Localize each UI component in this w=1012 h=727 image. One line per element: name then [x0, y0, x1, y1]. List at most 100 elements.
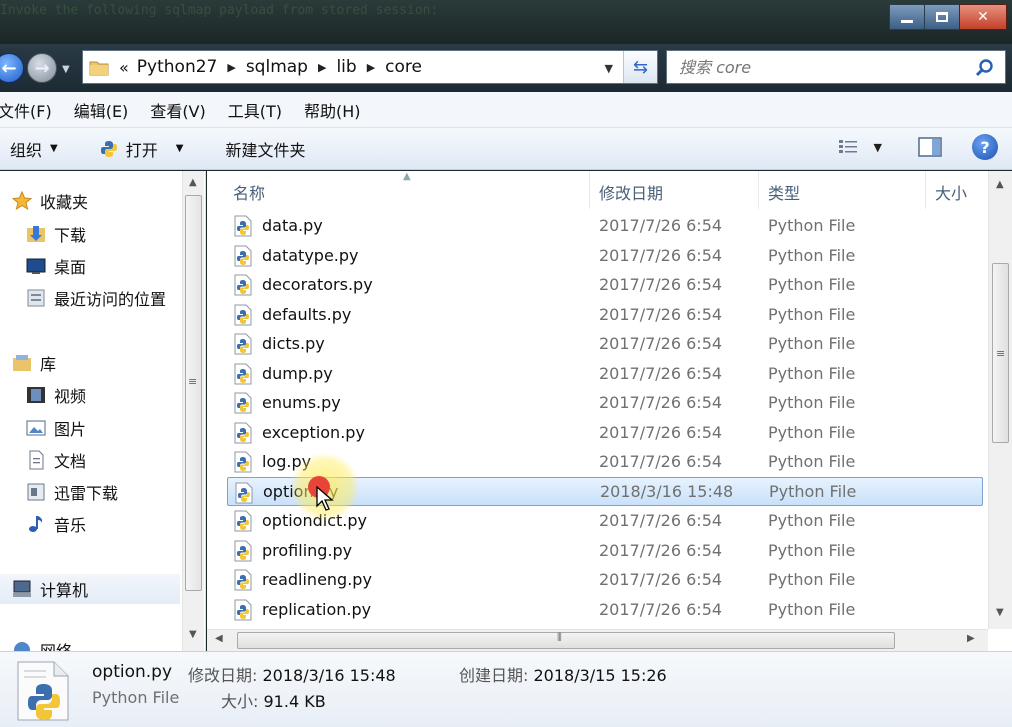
- file-row[interactable]: log.py 2017/7/26 6:54 Python File: [227, 447, 983, 476]
- file-row[interactable]: data.py 2017/7/26 6:54 Python File: [227, 211, 983, 240]
- file-row[interactable]: dump.py 2017/7/26 6:54 Python File: [227, 359, 983, 388]
- file-list-horizontal-scrollbar[interactable]: ◀ ⦀ ▶: [207, 629, 988, 651]
- nav-videos[interactable]: 视频: [26, 382, 86, 408]
- column-size[interactable]: 大小: [935, 180, 967, 204]
- back-button[interactable]: ←: [0, 53, 24, 83]
- search-icon[interactable]: [975, 58, 995, 78]
- breadcrumb-separator-icon[interactable]: ▶: [367, 61, 375, 74]
- breadcrumb-overflow[interactable]: «: [119, 58, 129, 77]
- breadcrumb-separator-icon[interactable]: ▶: [227, 61, 235, 74]
- scrollbar-thumb[interactable]: [185, 195, 202, 591]
- preview-pane-icon[interactable]: [918, 137, 942, 157]
- star-icon: [12, 191, 32, 211]
- new-folder-button[interactable]: 新建文件夹: [225, 137, 305, 161]
- title-bar: Invoke the following sqlmap payload from…: [0, 0, 1012, 44]
- breadcrumb-separator-icon[interactable]: ▶: [318, 61, 326, 74]
- file-row[interactable]: decorators.py 2017/7/26 6:54 Python File: [227, 270, 983, 299]
- nav-pictures[interactable]: 图片: [26, 415, 86, 441]
- organize-button[interactable]: 组织 ▼: [10, 137, 58, 161]
- address-dropdown-icon[interactable]: ▼: [605, 62, 613, 75]
- file-row[interactable]: replication.py 2017/7/26 6:54 Python File: [227, 595, 983, 624]
- breadcrumb-python27[interactable]: Python27: [137, 57, 218, 77]
- column-type[interactable]: 类型: [768, 180, 800, 204]
- command-bar: 组织 ▼ 打开 ▼ 新建文件夹 ▼ ?: [0, 128, 1012, 170]
- maximize-button[interactable]: [924, 4, 960, 30]
- nav-xunlei-downloads[interactable]: 迅雷下载: [26, 479, 118, 505]
- file-name: data.py: [262, 216, 323, 235]
- computer-icon: [13, 580, 31, 597]
- file-row[interactable]: exception.py 2017/7/26 6:54 Python File: [227, 418, 983, 447]
- scroll-up-icon[interactable]: ▲: [996, 179, 1004, 190]
- menu-file[interactable]: 文件(F): [0, 98, 52, 122]
- open-label: 打开: [125, 140, 158, 160]
- sort-ascending-icon: ▲: [403, 171, 411, 182]
- file-date-modified: 2017/7/26 6:54: [599, 540, 723, 560]
- file-row[interactable]: dicts.py 2017/7/26 6:54 Python File: [227, 329, 983, 358]
- nav-downloads[interactable]: 下载: [26, 221, 86, 247]
- nav-desktop[interactable]: 桌面: [26, 253, 86, 279]
- view-options-dropdown-icon[interactable]: ▼: [874, 141, 882, 154]
- refresh-button[interactable]: ⇆: [623, 51, 657, 83]
- help-button[interactable]: ?: [972, 134, 998, 160]
- nav-downloads-label: 下载: [54, 226, 87, 245]
- details-pane: option.py Python File 修改日期: 2018/3/16 15…: [0, 651, 1012, 727]
- file-name: readlineng.py: [262, 570, 372, 589]
- window-controls: ✕: [889, 4, 1007, 32]
- minimize-button[interactable]: [889, 4, 925, 30]
- scroll-right-icon[interactable]: ▶: [967, 633, 975, 644]
- column-divider[interactable]: [589, 171, 590, 209]
- address-bar[interactable]: « Python27 ▶ sqlmap ▶ lib ▶ core ▼ ⇆: [82, 50, 658, 84]
- file-date-modified: 2017/7/26 6:54: [599, 511, 723, 530]
- column-date-modified[interactable]: 修改日期: [599, 180, 663, 204]
- python-icon: [100, 140, 117, 157]
- nav-favorites[interactable]: 收藏夹: [12, 188, 88, 214]
- file-name: exception.py: [262, 422, 365, 442]
- scroll-left-icon[interactable]: ◀: [215, 633, 223, 644]
- scroll-up-icon[interactable]: ▲: [189, 177, 197, 188]
- nav-computer[interactable]: 计算机: [0, 574, 180, 604]
- nav-music[interactable]: 音乐: [26, 511, 86, 537]
- menu-help[interactable]: 帮助(H): [304, 98, 361, 122]
- file-date-modified: 2017/7/26 6:54: [599, 599, 723, 619]
- menu-tools[interactable]: 工具(T): [228, 98, 282, 122]
- python-file-icon: [234, 510, 252, 532]
- details-modified-value: 2018/3/16 15:48: [262, 666, 396, 685]
- forward-button[interactable]: →: [27, 53, 57, 83]
- nav-recent-places[interactable]: 最近访问的位置: [26, 285, 166, 311]
- file-row[interactable]: optiondict.py 2017/7/26 6:54 Python File: [227, 506, 983, 535]
- file-row[interactable]: datatype.py 2017/7/26 6:54 Python File: [227, 241, 983, 270]
- breadcrumb-core[interactable]: core: [385, 57, 422, 77]
- file-row[interactable]: readlineng.py 2017/7/26 6:54 Python File: [227, 565, 983, 594]
- close-button[interactable]: ✕: [959, 4, 1007, 30]
- python-file-icon: [235, 482, 253, 503]
- new-folder-label: 新建文件夹: [225, 140, 306, 160]
- search-input[interactable]: [679, 57, 969, 77]
- breadcrumb-sqlmap[interactable]: sqlmap: [246, 57, 308, 77]
- column-divider[interactable]: [925, 171, 926, 209]
- scroll-down-icon[interactable]: ▼: [996, 607, 1004, 618]
- python-file-icon: [234, 451, 252, 473]
- file-row[interactable]: option.py 2018/3/16 15:48 Python File: [227, 476, 983, 506]
- open-button[interactable]: 打开 ▼: [100, 137, 183, 161]
- menu-edit[interactable]: 编辑(E): [74, 98, 129, 122]
- scroll-down-icon[interactable]: ▼: [189, 629, 197, 640]
- nav-network[interactable]: 网络: [12, 637, 72, 651]
- python-file-icon: [234, 333, 252, 355]
- file-row[interactable]: profiling.py 2017/7/26 6:54 Python File: [227, 536, 983, 565]
- nav-libraries[interactable]: 库: [12, 350, 56, 376]
- file-date-modified: 2017/7/26 6:54: [599, 216, 723, 235]
- column-divider[interactable]: [758, 171, 759, 209]
- view-options-icon[interactable]: [838, 138, 860, 156]
- file-type: Python File: [769, 481, 857, 501]
- scrollbar-thumb[interactable]: [237, 632, 895, 649]
- recent-pages-dropdown[interactable]: ▼: [62, 64, 70, 75]
- navigation-scrollbar[interactable]: ▲ ≡ ▼: [182, 171, 204, 651]
- column-name[interactable]: 名称: [233, 180, 265, 204]
- file-list-vertical-scrollbar[interactable]: ▲ ≡ ▼: [988, 171, 1012, 629]
- file-row[interactable]: defaults.py 2017/7/26 6:54 Python File: [227, 300, 983, 329]
- nav-documents[interactable]: 文档: [26, 447, 86, 473]
- menu-view[interactable]: 查看(V): [150, 98, 205, 122]
- breadcrumb-lib[interactable]: lib: [336, 57, 356, 77]
- file-row[interactable]: enums.py 2017/7/26 6:54 Python File: [227, 388, 983, 417]
- file-type: Python File: [768, 245, 856, 265]
